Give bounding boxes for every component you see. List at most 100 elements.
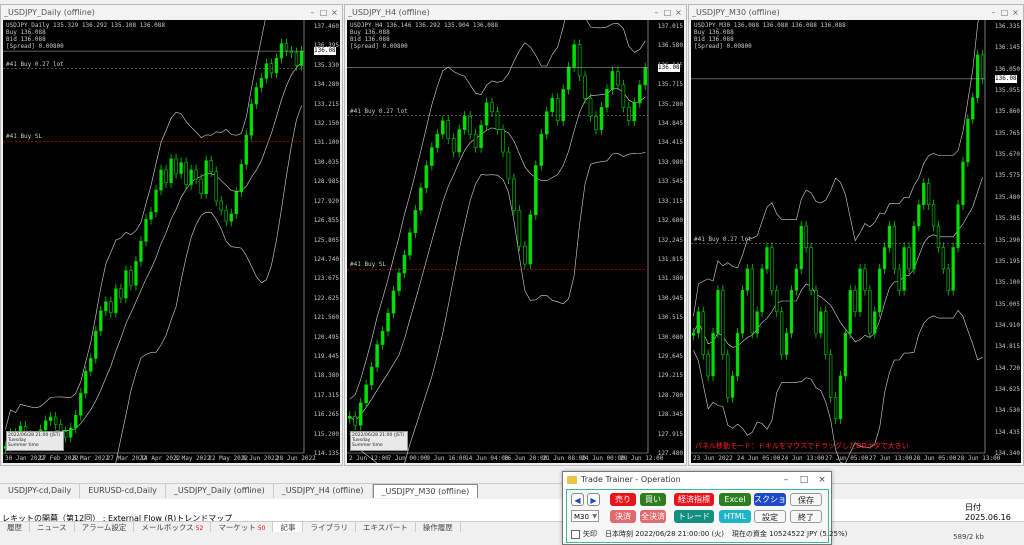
chart-title: _USDJPY_M30 (offline) <box>692 7 780 17</box>
candle <box>457 124 461 158</box>
minimize-icon[interactable]: – <box>777 475 795 485</box>
candle <box>109 296 113 318</box>
candle <box>588 93 593 122</box>
y-tick-label: 135.955 <box>994 87 1020 95</box>
x-tick-label: 28 Jun 2022 <box>276 455 316 462</box>
candle <box>550 93 555 117</box>
prev-bar-button[interactable]: ◀ <box>571 493 584 506</box>
candle <box>858 263 862 317</box>
trade-trainer-titlebar[interactable]: Trade Trainer - Operation – □ × <box>563 472 831 487</box>
date-column-header: 日付 <box>965 503 981 512</box>
x-tick-label: 9 Jun 16:00 <box>426 455 467 462</box>
y-tick-label: 118.380 <box>313 372 339 380</box>
minimize-icon[interactable]: – <box>308 8 317 17</box>
chart-plot-m30[interactable]: USDJPY_M30 136.088 136.088 136.088 136.0… <box>691 20 1021 463</box>
y-tick-label: 136.050 <box>994 65 1020 73</box>
chart-plot-daily[interactable]: USDJPY_Daily 135.329 136.292 135.108 136… <box>3 20 340 463</box>
screenshot-button[interactable]: スクショ <box>754 493 786 506</box>
trade-trainer-window[interactable]: Trade Trainer - Operation – □ × ◀ ▶ 売り 買… <box>562 471 847 545</box>
candle <box>264 58 269 84</box>
y-tick-label: 131.100 <box>313 139 339 147</box>
tab-eurusd-daily[interactable]: EURUSD-cd,Daily <box>80 484 166 498</box>
settle-button[interactable]: 決済 <box>610 510 636 523</box>
chart-window-daily[interactable]: _USDJPY_Daily (offline) – □ × USDJPY_Dai… <box>0 4 343 466</box>
x-tick-label: 7 Jun 00:00 <box>387 455 428 462</box>
buy-order-label: #41 Buy 0.27 lot <box>350 107 408 115</box>
minimize-icon[interactable]: – <box>989 8 998 17</box>
mailbox-badge: 52 <box>195 525 204 532</box>
candle <box>868 285 872 339</box>
y-tick-label: 136.335 <box>994 23 1020 30</box>
tab-usdjpy-daily[interactable]: USDJPY-cd,Daily <box>0 484 81 498</box>
chart-window-m30[interactable]: _USDJPY_M30 (offline) – □ × USDJPY_M30 1… <box>688 4 1024 466</box>
candle <box>229 208 233 227</box>
candle <box>154 184 158 218</box>
band-upper <box>349 20 646 400</box>
y-tick-label: 127.915 <box>657 430 683 438</box>
candle <box>706 349 710 382</box>
close-icon[interactable]: × <box>813 475 831 485</box>
timeframe-select[interactable]: M30 ▼ <box>571 510 599 522</box>
y-tick-label: 132.680 <box>657 217 683 225</box>
current-time: 日本時刻 2022/06/28 21:00:00 (火) <box>605 530 724 538</box>
x-tick-label: 9 Jun 2022 <box>242 455 279 462</box>
arrow-checkbox[interactable] <box>571 529 580 539</box>
candle <box>716 285 720 339</box>
close-icon[interactable]: × <box>674 8 683 17</box>
buy-button[interactable]: 買い <box>640 493 666 506</box>
candle <box>462 111 467 135</box>
arrow-checkbox-label: 矢印 <box>583 530 597 538</box>
economic-indicators-button[interactable]: 経済指標 <box>674 493 714 506</box>
candle <box>104 296 108 316</box>
tab-usdjpy-m30-offline[interactable]: _USDJPY_M30 (offline) <box>372 484 479 498</box>
chart-titlebar[interactable]: _USDJPY_M30 (offline) – □ × <box>689 5 1023 19</box>
candle <box>299 45 304 71</box>
candle <box>495 106 500 135</box>
maximize-icon[interactable]: □ <box>795 475 813 485</box>
chart-plot-h4[interactable]: USDJPY_H4 136.146 136.292 135.904 136.08… <box>347 20 684 463</box>
band-middle <box>349 88 646 422</box>
close-icon[interactable]: × <box>330 8 339 17</box>
y-tick-label: 129.645 <box>657 352 683 360</box>
y-tick-label: 135.480 <box>994 193 1020 201</box>
band-lower <box>115 105 302 463</box>
tab-usdjpy-h4-offline[interactable]: _USDJPY_H4 (offline) <box>274 484 373 498</box>
candle <box>936 220 941 253</box>
candle <box>69 422 73 443</box>
minimize-icon[interactable]: – <box>652 8 661 17</box>
candle <box>848 285 852 339</box>
maximize-icon[interactable]: □ <box>663 8 672 17</box>
chart-titlebar[interactable]: _USDJPY_H4 (offline) – □ × <box>345 5 686 19</box>
html-button[interactable]: HTML <box>719 510 751 523</box>
sell-button[interactable]: 売り <box>610 493 636 506</box>
maximize-icon[interactable]: □ <box>1000 8 1009 17</box>
candle <box>402 249 407 279</box>
chart-window-h4[interactable]: _USDJPY_H4 (offline) – □ × USDJPY_H4 136… <box>344 4 687 466</box>
maximize-icon[interactable]: □ <box>319 8 328 17</box>
candle <box>79 388 83 421</box>
candle <box>799 220 803 275</box>
candle <box>750 263 754 339</box>
candle <box>838 370 843 424</box>
candle <box>789 285 794 339</box>
candle <box>819 306 823 339</box>
candle <box>194 164 198 185</box>
next-bar-button[interactable]: ▶ <box>587 493 600 506</box>
candle <box>184 157 188 190</box>
trade-button[interactable]: トレード <box>674 510 714 523</box>
exit-button[interactable]: 終了 <box>790 510 822 523</box>
chart-titlebar[interactable]: _USDJPY_Daily (offline) – □ × <box>1 5 342 19</box>
tab-usdjpy-daily-offline[interactable]: _USDJPY_Daily (offline) <box>166 484 274 498</box>
save-button[interactable]: 保存 <box>790 493 822 506</box>
candle <box>966 113 970 168</box>
chevron-down-icon: ▼ <box>592 513 597 520</box>
candle <box>853 285 857 317</box>
y-tick-label: 134.910 <box>994 321 1020 329</box>
settle-all-button[interactable]: 全決済 <box>640 510 666 523</box>
excel-button[interactable]: Excel <box>719 493 751 506</box>
candle <box>347 411 352 424</box>
close-icon[interactable]: × <box>1011 8 1020 17</box>
candle <box>364 379 368 408</box>
settings-button[interactable]: 設定 <box>754 510 786 523</box>
candle <box>53 411 58 430</box>
